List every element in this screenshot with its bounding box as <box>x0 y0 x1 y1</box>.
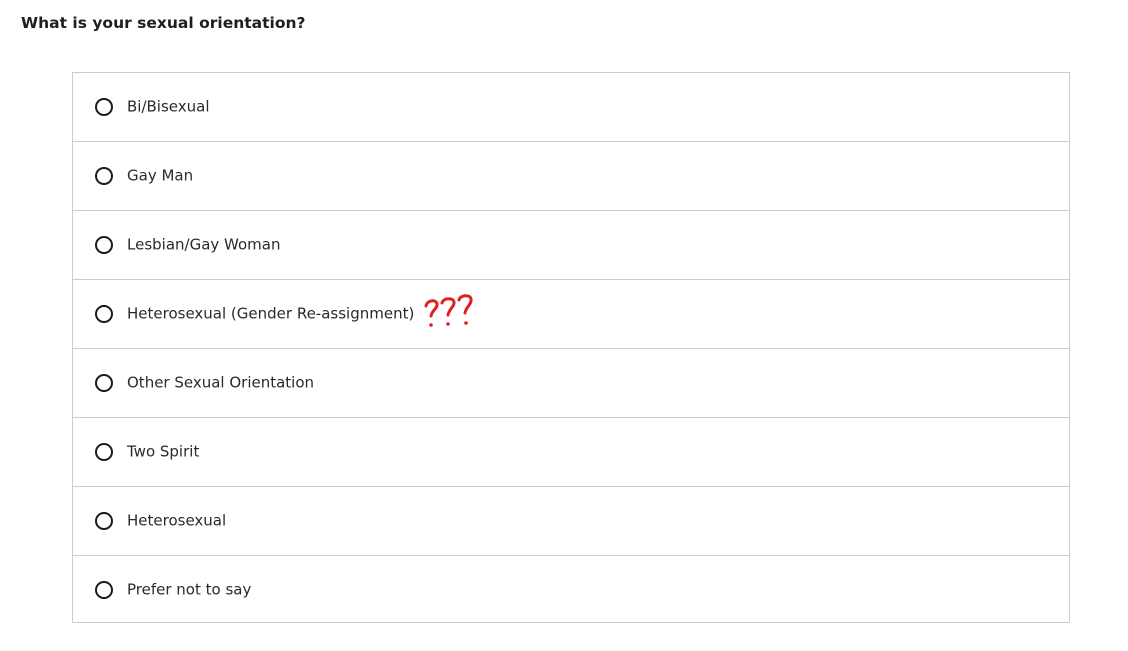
radio-button[interactable] <box>95 167 113 185</box>
option-label: Gay Man <box>127 166 194 185</box>
option-other-sexual-orientation[interactable]: Other Sexual Orientation <box>73 349 1069 418</box>
radio-button[interactable] <box>95 512 113 530</box>
radio-button[interactable] <box>95 374 113 392</box>
option-heterosexual[interactable]: Heterosexual <box>73 487 1069 556</box>
radio-button[interactable] <box>95 580 113 599</box>
option-label: Lesbian/Gay Woman <box>127 235 281 254</box>
question-marks-annotation <box>424 294 473 327</box>
radio-group-sexual-orientation: Bi/Bisexual Gay Man Lesbian/Gay Woman He… <box>72 72 1070 623</box>
question-title: What is your sexual orientation? <box>21 14 306 32</box>
radio-button[interactable] <box>95 305 113 323</box>
radio-button[interactable] <box>95 443 113 461</box>
radio-button[interactable] <box>95 236 113 254</box>
option-label: Prefer not to say <box>127 580 252 598</box>
option-label: Two Spirit <box>127 442 200 461</box>
option-two-spirit[interactable]: Two Spirit <box>73 418 1069 487</box>
option-bi-bisexual[interactable]: Bi/Bisexual <box>73 73 1069 142</box>
option-heterosexual-gender-reassignment[interactable]: Heterosexual (Gender Re-assignment) <box>73 280 1069 349</box>
option-label: Heterosexual <box>127 511 227 530</box>
option-label: Bi/Bisexual <box>127 97 210 116</box>
option-lesbian-gay-woman[interactable]: Lesbian/Gay Woman <box>73 211 1069 280</box>
option-label: Heterosexual (Gender Re-assignment) <box>127 304 415 323</box>
option-prefer-not-to-say[interactable]: Prefer not to say <box>73 556 1069 623</box>
option-gay-man[interactable]: Gay Man <box>73 142 1069 211</box>
radio-button[interactable] <box>95 98 113 116</box>
option-label: Other Sexual Orientation <box>127 373 315 392</box>
